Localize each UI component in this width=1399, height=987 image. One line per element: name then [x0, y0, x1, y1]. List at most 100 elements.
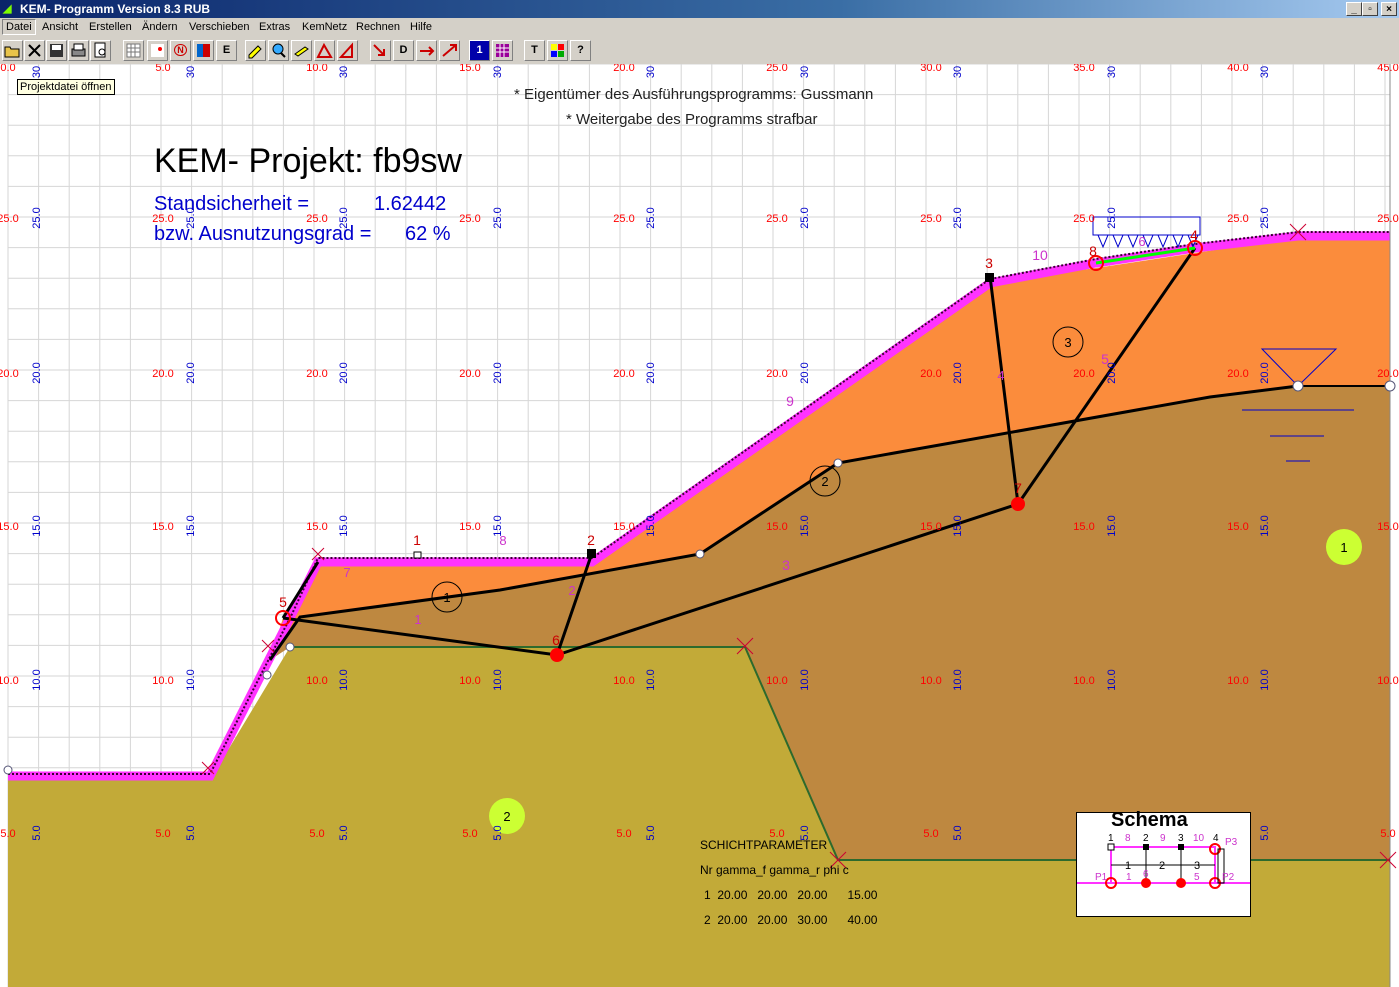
pencil-icon[interactable]: [291, 40, 312, 61]
schema-label-2: 2: [1143, 833, 1149, 844]
n-icon[interactable]: N: [170, 40, 191, 61]
menu-hilfe[interactable]: Hilfe: [410, 21, 432, 33]
utilization-label: bzw. Ausnutzungsgrad =: [154, 223, 372, 245]
y-axis-label: 20.0: [152, 368, 173, 380]
y-axis-label: 5.0: [155, 828, 170, 840]
palette-icon[interactable]: [547, 40, 568, 61]
y-axis-label: 15.0: [766, 521, 787, 533]
load2-icon[interactable]: [439, 40, 460, 61]
edge-label: 2: [568, 583, 575, 598]
y-axis-label-rotated: 15.0: [1106, 515, 1118, 536]
menu-aendern[interactable]: Ändern: [142, 21, 177, 33]
x-axis-label: 25.0: [766, 64, 787, 74]
y-axis-label: 15.0: [1073, 521, 1094, 533]
y-axis-label: 20.0: [766, 368, 787, 380]
triangle2-icon[interactable]: [337, 40, 358, 61]
x-axis-label-rotated: 30: [185, 66, 197, 78]
edge-label: 1: [414, 612, 421, 627]
edge-label: 5: [1101, 351, 1109, 367]
schema-label-9: 9: [1160, 833, 1166, 844]
y-axis-label-rotated: 25.0: [1106, 207, 1118, 228]
copyright-line-2: * Weitergabe des Programms strafbar: [566, 111, 818, 128]
y-axis-label: 15.0: [0, 521, 19, 533]
safety-label: Standsicherheit =: [154, 193, 310, 215]
y-axis-label: 20.0: [0, 368, 19, 380]
open-icon[interactable]: [2, 40, 23, 61]
y-axis-label-rotated: 10.0: [799, 669, 811, 690]
schema-body-2: 2: [1159, 860, 1166, 872]
e-icon[interactable]: E: [216, 40, 237, 61]
schema-body-3: 3: [1194, 860, 1201, 872]
zoom-icon[interactable]: [268, 40, 289, 61]
y-axis-label: 25.0: [1227, 213, 1248, 225]
y-axis-label: 15.0: [1377, 521, 1398, 533]
x-axis-label: 15.0: [459, 64, 480, 74]
schema-label-p2: P2: [1222, 872, 1235, 883]
y-axis-label-rotated: 15.0: [31, 515, 43, 536]
toolbar: N E D 1 T ?: [0, 38, 1399, 65]
menu-ansicht[interactable]: Ansicht: [42, 21, 78, 33]
schema-label-edge-1: 1: [1126, 872, 1132, 883]
preview-icon[interactable]: [90, 40, 111, 61]
y-axis-label: 25.0: [1377, 213, 1398, 225]
window-title: KEM- Programm Version 8.3 RUB: [20, 2, 211, 16]
y-axis-label: 20.0: [1227, 368, 1248, 380]
menu-rechnen[interactable]: Rechnen: [356, 21, 400, 33]
y-axis-label: 20.0: [613, 368, 634, 380]
load-icon[interactable]: [416, 40, 437, 61]
y-axis-label: 10.0: [920, 675, 941, 687]
y-axis-label: 10.0: [1377, 675, 1398, 687]
arrow-icon[interactable]: [370, 40, 391, 61]
y-axis-label: 10.0: [1073, 675, 1094, 687]
n-label: N: [174, 44, 187, 56]
grid-icon[interactable]: [123, 40, 144, 61]
edge-label: 3: [782, 557, 790, 573]
schicht-row-1: 1 20.00 20.00 20.00 15.00: [704, 888, 878, 902]
menu-verschieben[interactable]: Verschieben: [189, 21, 250, 33]
x-axis-label: 10.0: [306, 64, 327, 74]
y-axis-label: 10.0: [1227, 675, 1248, 687]
d-icon[interactable]: D: [393, 40, 414, 61]
y-axis-label-rotated: 15.0: [185, 515, 197, 536]
y-axis-label-rotated: 10.0: [1259, 669, 1271, 690]
y-axis-label: 25.0: [920, 213, 941, 225]
y-axis-label-rotated: 15.0: [338, 515, 350, 536]
help-icon[interactable]: ?: [570, 40, 591, 61]
edit-icon[interactable]: [245, 40, 266, 61]
minimize-button[interactable]: _: [1346, 2, 1362, 16]
schema-label-5: 5: [1194, 872, 1200, 883]
menu-kemnetz[interactable]: KemNetz: [302, 21, 347, 33]
matrix-icon[interactable]: [492, 40, 513, 61]
edge-label: 7: [343, 565, 350, 580]
y-axis-label: 20.0: [1377, 368, 1398, 380]
node-label: 5: [279, 594, 287, 610]
edge-label: 6: [1138, 234, 1145, 249]
text-icon[interactable]: T: [524, 40, 545, 61]
maximize-button[interactable]: ▫: [1362, 2, 1378, 16]
x-axis-label: 45.0: [1377, 64, 1398, 74]
triangle-icon[interactable]: [314, 40, 335, 61]
layer-icon[interactable]: [193, 40, 214, 61]
node-label: 4: [1190, 227, 1198, 243]
node-label: 7: [1014, 480, 1022, 496]
y-axis-label-rotated: 20.0: [952, 362, 964, 383]
schema-label-1: 1: [1108, 833, 1114, 844]
y-axis-label: 5.0: [616, 828, 631, 840]
close-icon[interactable]: [24, 40, 45, 61]
menu-datei[interactable]: Datei: [2, 19, 36, 35]
point-icon[interactable]: [147, 40, 168, 61]
close-button[interactable]: ×: [1381, 2, 1397, 16]
y-axis-label: 15.0: [152, 521, 173, 533]
save-icon[interactable]: [46, 40, 67, 61]
y-axis-label: 10.0: [459, 675, 480, 687]
one-icon[interactable]: 1: [469, 40, 490, 61]
y-axis-label-rotated: 20.0: [338, 362, 350, 383]
menu-erstellen[interactable]: Erstellen: [89, 21, 132, 33]
menu-extras[interactable]: Extras: [259, 21, 290, 33]
y-axis-label-rotated: 10.0: [1106, 669, 1118, 690]
y-axis-label: 10.0: [766, 675, 787, 687]
y-axis-label-rotated: 25.0: [645, 207, 657, 228]
y-axis-label: 25.0: [459, 213, 480, 225]
print-icon[interactable]: [68, 40, 89, 61]
y-axis-label-rotated: 5.0: [185, 825, 197, 840]
